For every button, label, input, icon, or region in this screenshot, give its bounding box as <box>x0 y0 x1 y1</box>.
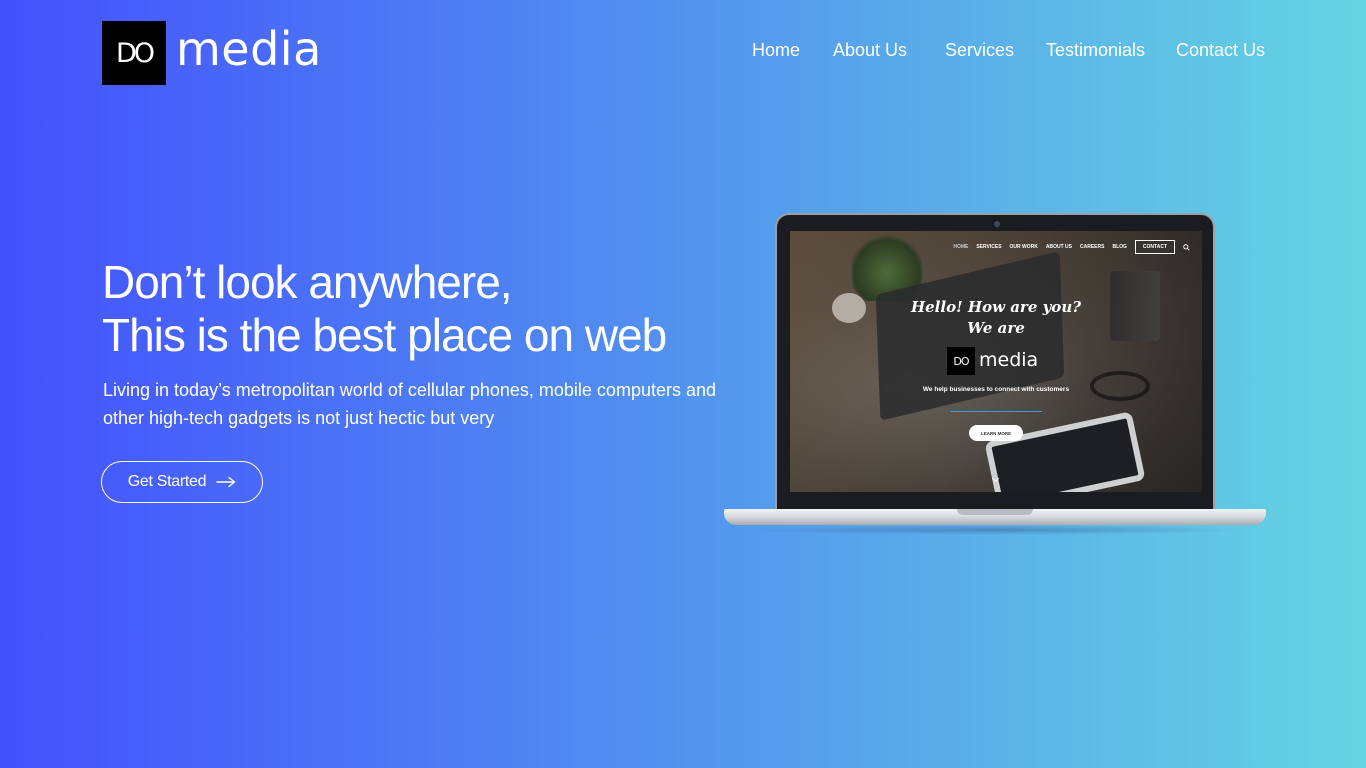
preview-nav-about-us: ABOUT US <box>1045 244 1073 250</box>
main-nav: Home About Us Services Testimonials Cont… <box>0 40 1366 62</box>
arrow-right-icon <box>216 476 236 488</box>
search-icon <box>1183 243 1190 251</box>
laptop-shadow <box>744 525 1246 535</box>
nav-contact-us[interactable]: Contact Us <box>1176 40 1265 61</box>
preview-nav-home: HOME <box>953 244 969 250</box>
preview-nav-blog: BLOG <box>1112 244 1127 250</box>
preview-logo-mark: DO <box>947 347 975 375</box>
laptop-lid: HOME SERVICES OUR WORK ABOUT US CAREERS … <box>775 213 1215 511</box>
preview-nav-services: SERVICES <box>976 244 1002 250</box>
preview-divider <box>950 411 1042 412</box>
laptop-notch <box>957 509 1033 515</box>
hero-title-line-2: This is the best place on web <box>102 309 667 361</box>
preview-nav: HOME SERVICES OUR WORK ABOUT US CAREERS … <box>953 240 1190 254</box>
preview-hello: Hello! How are you? We are <box>790 297 1202 339</box>
preview-learn-more-button: LEARN MORE <box>969 425 1023 441</box>
hero-title: Don’t look anywhere, This is the best pl… <box>102 256 742 362</box>
preview-logo-wordmark: media <box>979 348 1039 371</box>
nav-about-us[interactable]: About Us <box>833 40 907 61</box>
nav-home[interactable]: Home <box>752 40 800 61</box>
nav-testimonials[interactable]: Testimonials <box>1046 40 1145 61</box>
laptop-mockup: HOME SERVICES OUR WORK ABOUT US CAREERS … <box>724 213 1266 535</box>
get-started-label: Get Started <box>127 473 207 490</box>
preview-hello-line-2: We are <box>967 319 1025 337</box>
preview-contact-button: CONTACT <box>1134 240 1175 254</box>
hero-description: Living in today’s metropolitan world of … <box>103 380 717 428</box>
get-started-button[interactable]: Get Started <box>101 461 263 503</box>
preview-tagline: We help businesses to connect with custo… <box>922 386 1070 393</box>
laptop-screen: HOME SERVICES OUR WORK ABOUT US CAREERS … <box>790 231 1202 492</box>
nav-services[interactable]: Services <box>945 40 1014 61</box>
preview-nav-our-work: OUR WORK <box>1009 244 1038 250</box>
preview-nav-careers: CAREERS <box>1080 244 1105 250</box>
preview-logo: DO media <box>947 347 1038 375</box>
preview-hello-line-1: Hello! How are you? <box>910 298 1082 316</box>
camera <box>994 221 1000 227</box>
hero-title-line-1: Don’t look anywhere, <box>102 256 513 308</box>
